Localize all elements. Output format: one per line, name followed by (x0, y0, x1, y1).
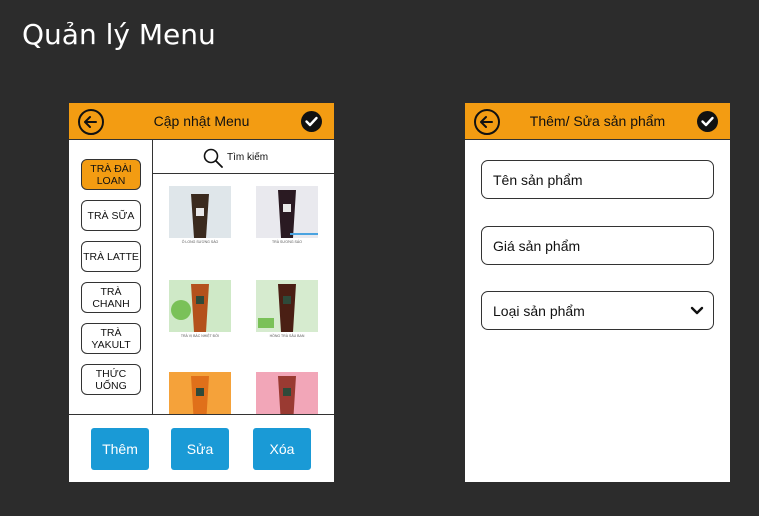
product-image (169, 280, 231, 332)
product-grid: Ô LONG SƯƠNG SÁO TRÀ SƯƠNG SÁO TRÀ VỊ BÁ… (153, 174, 334, 414)
confirm-check-icon[interactable] (697, 111, 718, 132)
chevron-down-icon (690, 306, 704, 314)
delete-button[interactable]: Xóa (253, 428, 311, 470)
category-tra-sua[interactable]: TRÀ SỮA (81, 200, 141, 231)
back-arrow-icon[interactable] (474, 109, 500, 135)
back-arrow-icon[interactable] (78, 109, 104, 135)
product-name-field[interactable] (481, 160, 714, 199)
action-bar: Thêm Sửa Xóa (69, 414, 334, 482)
confirm-check-icon[interactable] (301, 111, 322, 132)
product-price-field[interactable] (481, 226, 714, 265)
product-card[interactable]: HỒNG TRÀ SÂU BAN (256, 280, 318, 344)
product-category-value: Loại sản phẩm (493, 302, 585, 319)
category-tra-dai-loan[interactable]: TRÀ ĐÀI LOAN (81, 159, 141, 190)
product-image (256, 372, 318, 414)
product-category-select[interactable]: Loại sản phẩm (481, 291, 714, 330)
page-title: Quản lý Menu (22, 18, 216, 51)
menu-update-screen: Cập nhật Menu TRÀ ĐÀI LOAN TRÀ SỮA TRÀ L… (69, 103, 334, 482)
search-bar[interactable]: Tìm kiếm (153, 140, 334, 174)
category-tra-latte[interactable]: TRÀ LATTE (81, 241, 141, 272)
product-caption: TRÀ VỊ BÁC NHIỆT ĐỚI (180, 334, 220, 338)
product-card[interactable]: TRÀ VỊ BÁC NHIỆT ĐỚI (169, 280, 231, 344)
product-image (169, 372, 231, 414)
product-image (169, 186, 231, 238)
product-caption: HỒNG TRÀ SÂU BAN (269, 334, 305, 338)
form-header-title: Thêm/ Sửa sản phẩm (529, 113, 666, 129)
product-card[interactable] (169, 372, 231, 414)
product-form-screen: Thêm/ Sửa sản phẩm Loại sản phẩm (465, 103, 730, 482)
product-caption: TRÀ SƯƠNG SÁO (272, 240, 302, 244)
product-card[interactable]: Ô LONG SƯƠNG SÁO (169, 186, 231, 250)
product-caption: Ô LONG SƯƠNG SÁO (181, 240, 219, 244)
category-tra-yakult[interactable]: TRÀ YAKULT (81, 323, 141, 354)
menu-header-title: Cập nhật Menu (153, 113, 250, 129)
product-image (256, 186, 318, 238)
category-sidebar: TRÀ ĐÀI LOAN TRÀ SỮA TRÀ LATTE TRÀ CHANH… (69, 140, 153, 414)
search-label: Tìm kiếm (227, 152, 269, 163)
form-header: Thêm/ Sửa sản phẩm (465, 103, 730, 140)
product-image (256, 280, 318, 332)
category-tra-chanh[interactable]: TRÀ CHANH (81, 282, 141, 313)
product-card[interactable] (256, 372, 318, 414)
product-card[interactable]: TRÀ SƯƠNG SÁO (256, 186, 318, 250)
menu-header: Cập nhật Menu (69, 103, 334, 140)
category-thuc-uong[interactable]: THỨC UỐNG (81, 364, 141, 395)
edit-button[interactable]: Sửa (171, 428, 229, 470)
search-icon (203, 148, 223, 168)
add-button[interactable]: Thêm (91, 428, 149, 470)
